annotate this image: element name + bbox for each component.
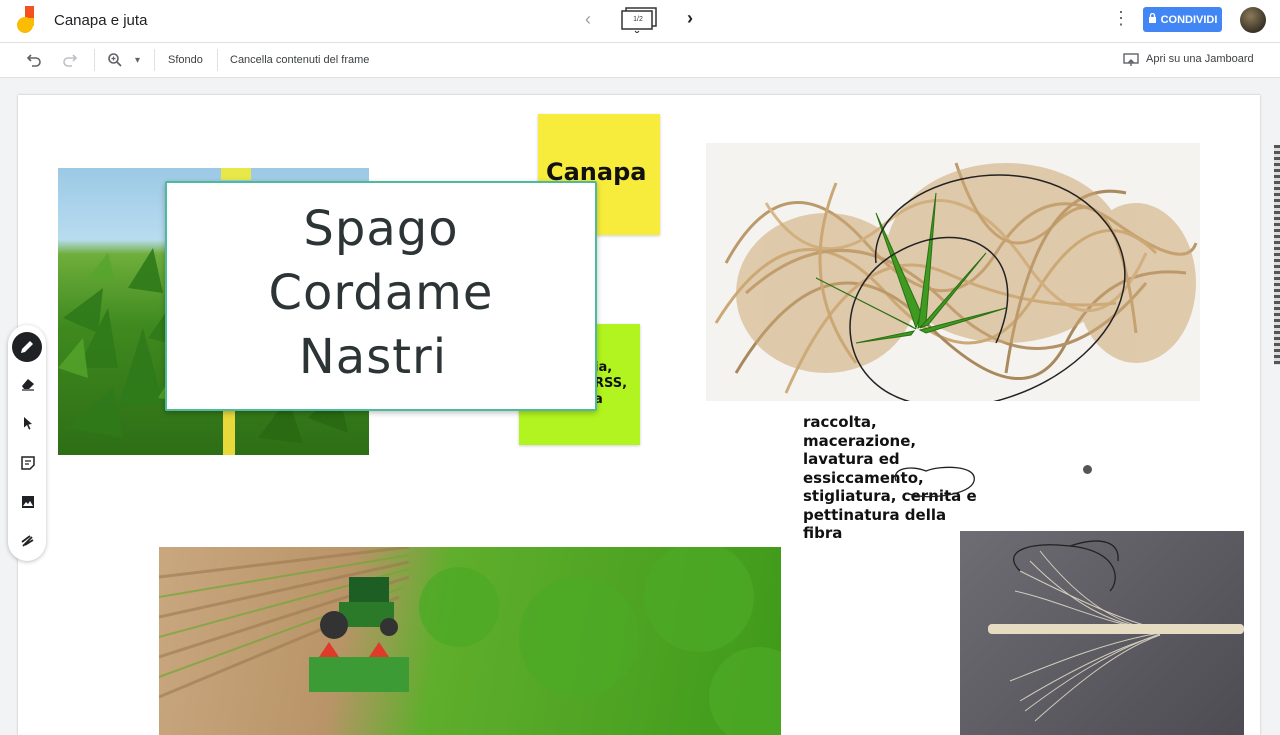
- sticky-line: a: [594, 392, 603, 407]
- text-line: macerazione,: [803, 431, 917, 450]
- title-line: Spago: [303, 201, 459, 257]
- title-line: Nastri: [298, 329, 448, 385]
- share-button[interactable]: CONDIVIDI: [1143, 7, 1222, 32]
- chevron-right-icon[interactable]: ›: [680, 8, 700, 28]
- clear-frame-button[interactable]: Cancella contenuti del frame: [230, 54, 369, 66]
- document-title[interactable]: Canapa e juta: [54, 12, 147, 29]
- text-line: fibra: [803, 524, 843, 542]
- laser-icon[interactable]: [18, 531, 38, 551]
- chevron-left-icon[interactable]: ‹: [578, 9, 598, 29]
- sticky-line: RSS,: [594, 376, 628, 391]
- share-label: CONDIVIDI: [1160, 13, 1218, 26]
- zoom-icon[interactable]: [107, 52, 123, 68]
- hand-drawn-loop: [894, 466, 975, 498]
- toolbar-divider: [154, 49, 155, 71]
- jam-canvas[interactable]: Canapa ia, RSS, a raccolta, macerazione,…: [18, 95, 1260, 735]
- text-line: pettinatura della: [803, 505, 947, 524]
- text-line: raccolta,: [803, 413, 877, 431]
- tractor-field-photo[interactable]: [159, 547, 781, 735]
- avatar[interactable]: [1240, 7, 1266, 33]
- toolbar-divider: [217, 49, 218, 71]
- tools-panel: [8, 325, 46, 561]
- undo-icon[interactable]: [26, 52, 42, 68]
- background-button[interactable]: Sfondo: [168, 54, 203, 66]
- toolbar-divider: [94, 49, 95, 71]
- sticky-note-icon[interactable]: [18, 453, 38, 473]
- image-icon[interactable]: [18, 492, 38, 512]
- present-icon[interactable]: [1123, 52, 1139, 68]
- pen-icon[interactable]: [12, 332, 42, 362]
- title-text-box[interactable]: Spago Cordame Nastri: [165, 181, 597, 411]
- select-icon[interactable]: [18, 413, 38, 433]
- lock-icon: [1148, 12, 1157, 26]
- laser-dot: [1083, 465, 1092, 474]
- sticky-line: ia,: [594, 360, 613, 375]
- hemp-fiber-photo[interactable]: [706, 143, 1200, 401]
- open-in-jamboard-button[interactable]: Apri su una Jamboard: [1146, 53, 1254, 65]
- dropdown-icon[interactable]: ▾: [135, 55, 140, 71]
- jamboard-logo[interactable]: [16, 6, 38, 34]
- hemp-stalk-photo[interactable]: [960, 531, 1244, 735]
- frame-counter: 1/2: [633, 16, 643, 23]
- next-frame-preview[interactable]: [1274, 145, 1280, 365]
- more-vert-icon[interactable]: ⋮: [1112, 8, 1130, 32]
- redo-icon[interactable]: [62, 52, 78, 68]
- title-line: Cordame: [268, 265, 494, 321]
- eraser-icon[interactable]: [18, 373, 38, 393]
